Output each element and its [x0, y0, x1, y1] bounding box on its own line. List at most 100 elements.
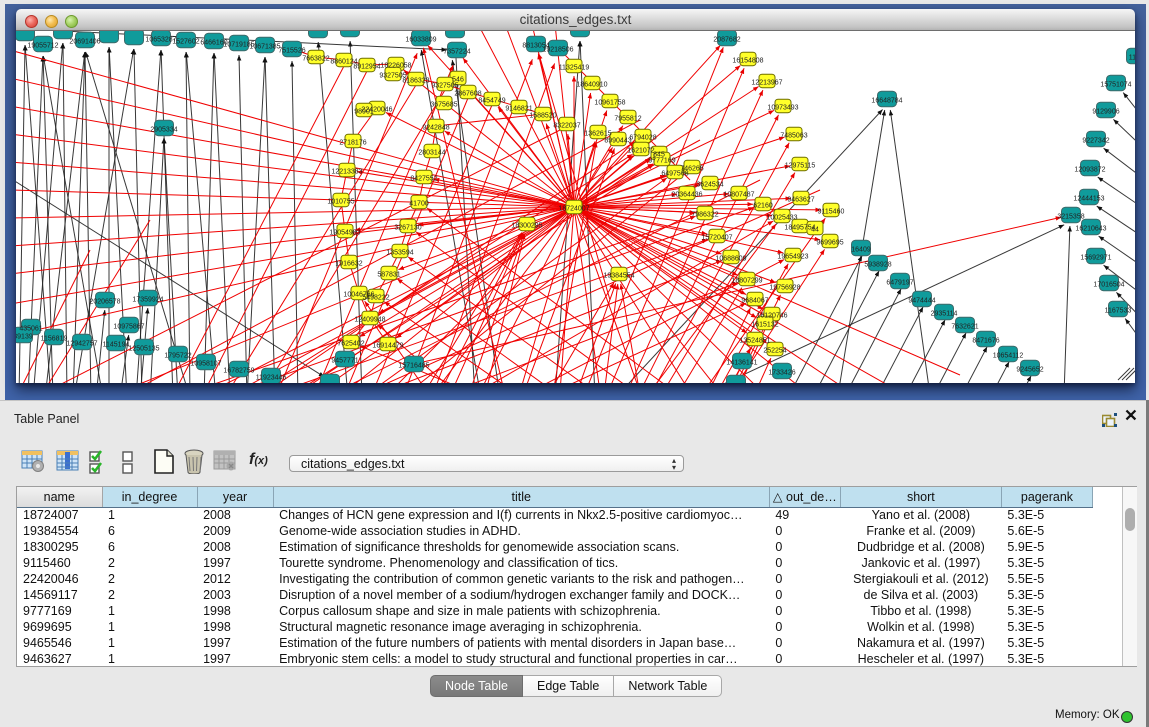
svg-text:15716485: 15716485: [398, 363, 429, 370]
svg-text:1615132: 1615132: [751, 322, 778, 329]
svg-text:18226058: 18226058: [380, 63, 411, 70]
svg-text:10671385: 10671385: [249, 44, 280, 51]
svg-text:98901: 98901: [354, 109, 374, 116]
svg-text:10958107: 10958107: [190, 361, 221, 368]
svg-text:1353594: 1353594: [386, 250, 413, 257]
svg-text:12093872: 12093872: [1074, 167, 1105, 174]
svg-text:9327505: 9327505: [431, 83, 458, 90]
svg-text:12409948: 12409948: [354, 317, 385, 324]
svg-text:11325419: 11325419: [559, 65, 590, 72]
svg-text:14136141: 14136141: [726, 360, 757, 367]
svg-text:16033809: 16033809: [405, 37, 436, 44]
svg-text:8427552: 8427552: [410, 176, 437, 183]
svg-text:18300295: 18300295: [511, 223, 542, 230]
svg-text:9129906: 9129906: [1092, 109, 1119, 116]
svg-text:1527602: 1527602: [172, 39, 199, 46]
svg-text:1167533: 1167533: [1105, 308, 1132, 315]
svg-text:39139: 39139: [16, 334, 33, 341]
svg-text:2087682: 2087682: [713, 37, 740, 44]
svg-text:41700: 41700: [409, 201, 429, 208]
svg-text:10807487: 10807487: [723, 192, 754, 199]
svg-text:18640910: 18640910: [576, 82, 607, 89]
svg-text:15751074: 15751074: [1100, 82, 1131, 89]
svg-text:9115460: 9115460: [818, 209, 845, 216]
svg-text:19054983: 19054983: [329, 230, 360, 237]
svg-text:3215358: 3215358: [1057, 214, 1084, 221]
svg-text:8186323: 8186323: [402, 78, 429, 85]
svg-text:1916632: 1916632: [335, 261, 362, 268]
svg-text:1156819: 1156819: [41, 336, 68, 343]
svg-text:8322037: 8322037: [553, 123, 580, 130]
svg-text:7955812: 7955812: [614, 116, 641, 123]
svg-text:20691406: 20691406: [69, 39, 100, 46]
svg-text:12942757: 12942757: [66, 341, 97, 348]
svg-text:6794028: 6794028: [629, 135, 656, 142]
svg-text:2905334: 2905334: [150, 127, 177, 134]
svg-text:7485063: 7485063: [780, 133, 807, 140]
svg-text:252254: 252254: [763, 348, 786, 355]
svg-text:19654923: 19654923: [777, 254, 808, 261]
svg-text:7515526: 7515526: [278, 48, 305, 55]
svg-text:18724007: 18724007: [558, 206, 589, 213]
svg-text:8990443: 8990443: [604, 138, 631, 145]
svg-text:3267130: 3267130: [394, 225, 421, 232]
svg-text:7625402: 7625402: [337, 341, 364, 348]
svg-text:62160: 62160: [753, 203, 773, 210]
svg-text:16914479: 16914479: [372, 343, 403, 350]
svg-text:16409: 16409: [851, 247, 871, 254]
svg-text:16120746: 16120746: [756, 313, 787, 320]
svg-text:1112: 1112: [1129, 55, 1135, 62]
svg-text:17359924: 17359924: [132, 297, 163, 304]
svg-text:7357224: 7357224: [443, 49, 470, 56]
svg-text:3624534: 3624534: [696, 182, 723, 189]
svg-text:19218506: 19218506: [542, 47, 573, 54]
svg-text:9227342: 9227342: [1082, 138, 1109, 145]
svg-text:12444153: 12444153: [1073, 196, 1104, 203]
svg-text:8471676: 8471676: [972, 338, 999, 345]
svg-text:1145194: 1145194: [103, 342, 130, 349]
svg-text:9242848: 9242848: [422, 125, 449, 132]
svg-text:5938928: 5938928: [864, 262, 891, 269]
svg-text:6497568: 6497568: [661, 171, 688, 178]
svg-text:10025433: 10025433: [766, 215, 797, 222]
svg-text:10961758: 10961758: [594, 100, 625, 107]
svg-text:9777169: 9777169: [648, 158, 675, 165]
svg-text:15692971: 15692971: [1080, 255, 1111, 262]
svg-text:11923446: 11923446: [256, 375, 287, 382]
svg-text:10975867: 10975867: [113, 324, 144, 331]
svg-text:19756928: 19756928: [769, 285, 800, 292]
svg-text:9684067: 9684067: [741, 298, 768, 305]
svg-text:3675685: 3675685: [430, 102, 457, 109]
svg-text:5498222: 5498222: [362, 295, 389, 302]
svg-text:20206578: 20206578: [89, 299, 120, 306]
svg-text:9457771: 9457771: [331, 358, 358, 365]
svg-text:19055712: 19055712: [27, 43, 58, 50]
svg-text:17016504: 17016504: [1093, 282, 1124, 289]
svg-text:13524851: 13524851: [739, 338, 770, 345]
svg-text:12213383: 12213383: [331, 169, 362, 176]
svg-text:7632621: 7632621: [951, 324, 978, 331]
svg-text:9146821: 9146821: [505, 106, 532, 113]
svg-text:16154808: 16154808: [732, 58, 763, 65]
svg-text:1621072: 1621072: [627, 148, 654, 155]
svg-text:1733426: 1733426: [768, 370, 795, 377]
svg-text:12213967: 12213967: [751, 80, 782, 87]
svg-text:1010755: 1010755: [327, 199, 354, 206]
svg-text:16210643: 16210643: [1075, 226, 1106, 233]
svg-text:587831: 587831: [377, 272, 400, 279]
svg-text:18807299: 18807299: [731, 278, 762, 285]
svg-text:1795722: 1795722: [164, 353, 191, 360]
svg-text:6479197: 6479197: [886, 280, 913, 287]
svg-text:9463627: 9463627: [787, 197, 814, 204]
svg-text:1588520: 1588520: [529, 113, 556, 120]
svg-text:10654112: 10654112: [993, 353, 1024, 360]
svg-text:16648784: 16648784: [871, 98, 902, 105]
svg-text:8454749: 8454749: [478, 98, 505, 105]
svg-text:2718176: 2718176: [339, 140, 366, 147]
svg-text:2803144: 2803144: [418, 150, 445, 157]
svg-text:7986322: 7986322: [691, 212, 718, 219]
svg-text:2867608: 2867608: [454, 91, 481, 98]
svg-text:10688609: 10688609: [715, 256, 746, 263]
svg-text:15720407: 15720407: [701, 235, 732, 242]
svg-text:44: 44: [811, 227, 819, 234]
